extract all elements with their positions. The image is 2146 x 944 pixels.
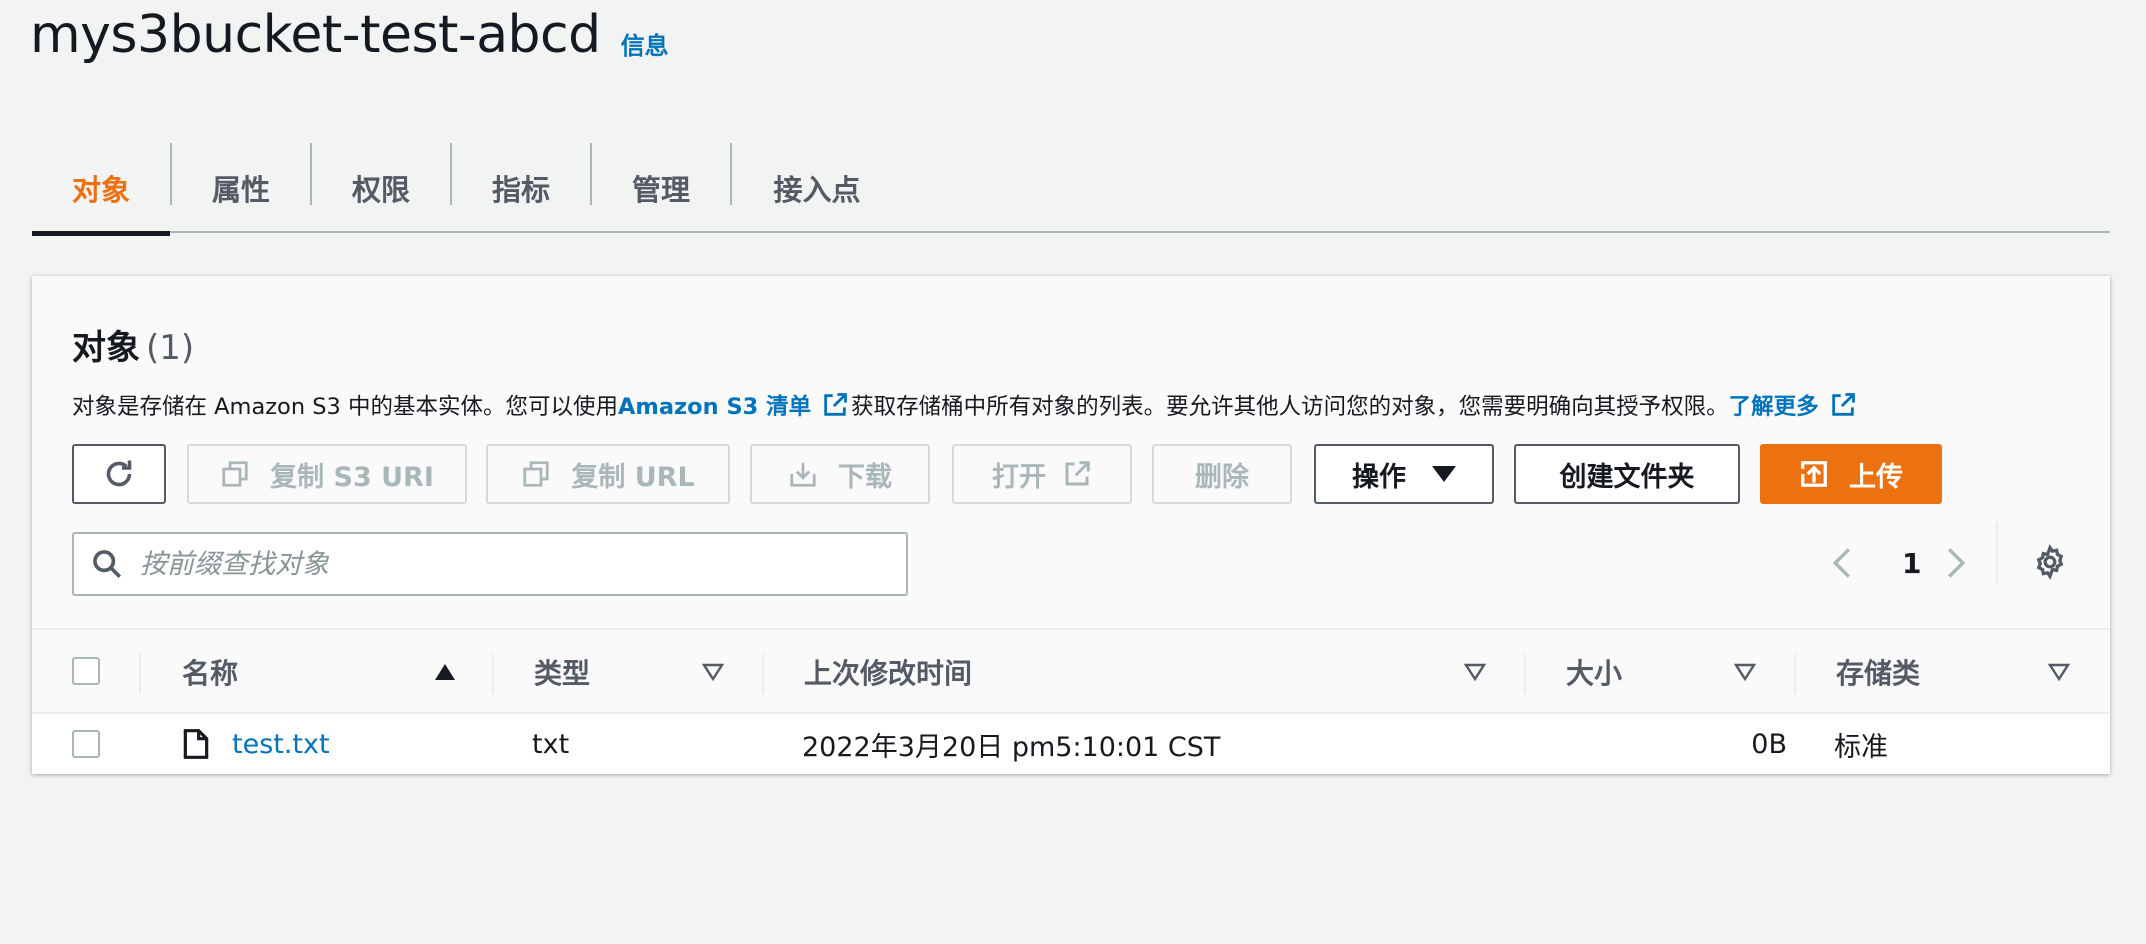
tab-permissions[interactable]: 权限 — [312, 143, 450, 233]
column-divider — [139, 654, 141, 694]
actions-dropdown[interactable]: 操作 — [1314, 444, 1494, 504]
column-divider — [492, 654, 494, 694]
preferences-button[interactable] — [2022, 534, 2078, 590]
tab-access-points[interactable]: 接入点 — [732, 143, 902, 233]
triangle-up-icon — [435, 664, 455, 680]
external-link-icon — [1065, 461, 1090, 486]
gear-icon — [2036, 544, 2064, 580]
table-row[interactable]: test.txt txt 2022年3月20日 pm5:10:01 CST 0B… — [32, 714, 2110, 774]
copy-icon — [523, 461, 549, 487]
bucket-tabs: 对象 属性 权限 指标 管理 接入点 — [32, 143, 2110, 236]
triangle-down-outline-icon — [2048, 663, 2070, 681]
learn-more-link[interactable]: 了解更多 — [1729, 389, 1819, 421]
panel-title-text: 对象 — [72, 328, 140, 368]
open-label: 打开 — [992, 461, 1046, 493]
open-button[interactable]: 打开 — [952, 444, 1132, 504]
external-link-icon[interactable] — [821, 391, 849, 419]
chevron-right-icon — [1947, 548, 1966, 578]
copy-url-label: 复制 URL — [571, 461, 695, 493]
divider — [1996, 522, 1998, 584]
column-header-name[interactable]: 名称 — [182, 630, 238, 714]
row-checkbox[interactable] — [72, 730, 100, 758]
upload-icon — [1801, 461, 1827, 487]
caret-down-icon — [1432, 466, 1456, 482]
search-icon — [93, 550, 122, 579]
inventory-link[interactable]: Amazon S3 清单 — [618, 389, 811, 421]
object-name-link[interactable]: test.txt — [232, 714, 330, 774]
download-button[interactable]: 下载 — [750, 444, 930, 504]
upload-label: 上传 — [1849, 461, 1903, 493]
column-divider — [1524, 654, 1526, 694]
delete-label: 删除 — [1195, 461, 1249, 493]
delete-button[interactable]: 删除 — [1152, 444, 1292, 504]
file-icon — [182, 714, 210, 774]
chevron-left-icon — [1832, 548, 1851, 578]
column-header-storage-class[interactable]: 存储类 — [1836, 630, 1920, 714]
object-last-modified: 2022年3月20日 pm5:10:01 CST — [802, 731, 1221, 763]
sort-icon[interactable] — [2048, 630, 2070, 714]
copy-s3-uri-label: 复制 S3 URI — [270, 461, 434, 493]
actions-label: 操作 — [1352, 461, 1406, 493]
object-type: txt — [532, 728, 570, 760]
description-text-1: 对象是存储在 Amazon S3 中的基本实体。您可以使用 — [72, 394, 618, 420]
column-header-size[interactable]: 大小 — [1566, 630, 1622, 714]
next-page-button[interactable] — [1936, 538, 1976, 588]
page-header: mys3bucket-test-abcd 信息 — [30, 0, 669, 70]
triangle-down-outline-icon — [702, 663, 724, 681]
previous-page-button[interactable] — [1822, 538, 1862, 588]
select-all-checkbox[interactable] — [72, 657, 100, 685]
upload-button[interactable]: 上传 — [1760, 444, 1942, 504]
copy-icon — [222, 461, 248, 487]
sort-icon[interactable] — [702, 630, 724, 714]
description-text-2: 获取存储桶中所有对象的列表。要允许其他人访问您的对象，您需要明确向其授予权限。 — [851, 394, 1729, 420]
bucket-title: mys3bucket-test-abcd — [30, 5, 601, 65]
download-icon — [790, 462, 816, 487]
object-storage-class: 标准 — [1834, 731, 1888, 763]
tab-management[interactable]: 管理 — [592, 143, 730, 233]
object-size: 0B — [1751, 728, 1787, 760]
copy-s3-uri-button[interactable]: 复制 S3 URI — [187, 444, 467, 504]
column-header-type[interactable]: 类型 — [534, 630, 590, 714]
object-count: (1) — [146, 328, 195, 368]
tab-metrics[interactable]: 指标 — [452, 143, 590, 233]
search-input[interactable] — [140, 548, 840, 580]
column-header-last-modified[interactable]: 上次修改时间 — [804, 630, 972, 714]
refresh-icon — [106, 460, 132, 487]
triangle-down-outline-icon — [1464, 663, 1486, 681]
sort-icon[interactable] — [1734, 630, 1756, 714]
tab-objects[interactable]: 对象 — [32, 143, 170, 236]
current-page-number[interactable]: 1 — [1902, 538, 1921, 588]
panel-description: 对象是存储在 Amazon S3 中的基本实体。您可以使用 Amazon S3 … — [72, 389, 1859, 421]
objects-panel: 对象 (1) 对象是存储在 Amazon S3 中的基本实体。您可以使用 Amaz… — [32, 276, 2110, 774]
info-link[interactable]: 信息 — [621, 26, 669, 61]
copy-url-button[interactable]: 复制 URL — [486, 444, 730, 504]
refresh-button[interactable] — [72, 444, 166, 504]
search-box — [72, 532, 908, 596]
s3-bucket-page: mys3bucket-test-abcd 信息 对象 属性 权限 指标 管理 接… — [0, 0, 2146, 944]
create-folder-label: 创建文件夹 — [1559, 461, 1695, 493]
tab-properties[interactable]: 属性 — [172, 143, 310, 233]
sort-ascending-icon[interactable] — [434, 630, 456, 714]
column-divider — [762, 654, 764, 694]
download-label: 下载 — [838, 461, 892, 493]
external-link-icon[interactable] — [1829, 391, 1857, 419]
create-folder-button[interactable]: 创建文件夹 — [1514, 444, 1740, 504]
panel-title: 对象 (1) — [72, 320, 194, 369]
triangle-down-outline-icon — [1734, 663, 1756, 681]
column-divider — [1794, 654, 1796, 694]
table-header: 名称 类型 上次修改时间 大小 存储类 — [32, 628, 2110, 714]
sort-icon[interactable] — [1464, 630, 1486, 714]
